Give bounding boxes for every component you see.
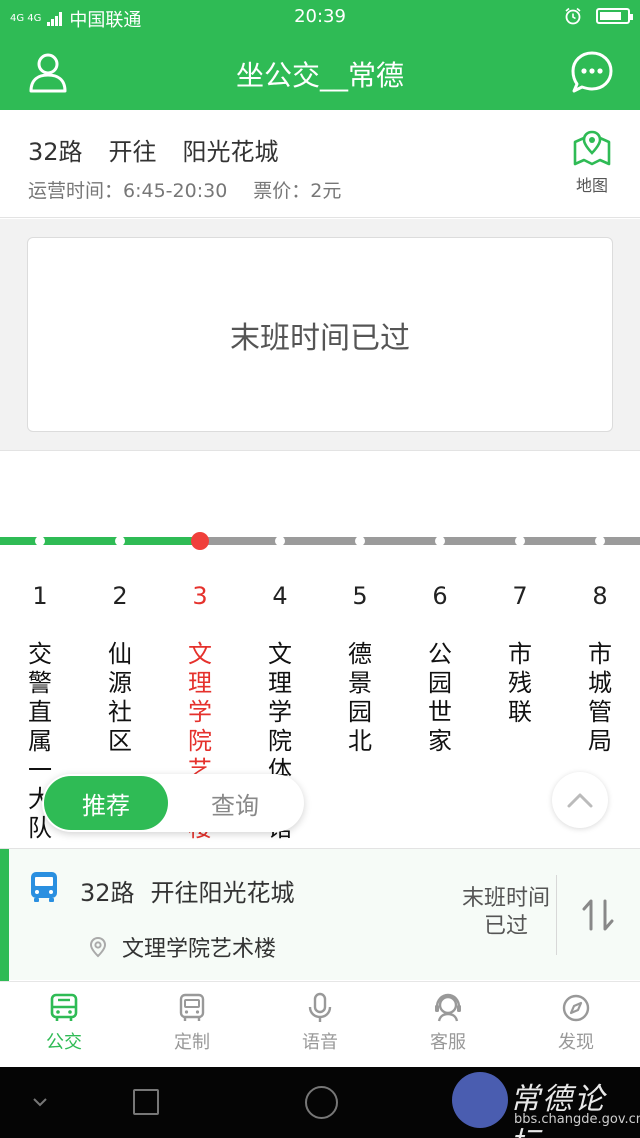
fare: 票价：2元 bbox=[253, 180, 342, 202]
tab-voice[interactable]: 语音 bbox=[256, 982, 384, 1067]
alarm-icon bbox=[565, 7, 581, 25]
tab-label: 发现 bbox=[558, 1032, 594, 1053]
route-card-accent bbox=[0, 849, 9, 981]
recommend-tab[interactable]: 推荐 bbox=[44, 776, 168, 830]
stop-marker bbox=[35, 536, 45, 546]
status-time: 20:39 bbox=[294, 6, 346, 27]
chevron-up-icon bbox=[567, 793, 593, 808]
route-direction-label: 开往 bbox=[108, 138, 157, 166]
stop-number: 1 bbox=[32, 582, 48, 610]
route-card[interactable]: 32路 开往阳光花城 文理学院艺术楼 末班时间已过 bbox=[0, 848, 640, 981]
map-button[interactable]: 地图 bbox=[572, 130, 612, 196]
status-right bbox=[564, 7, 633, 25]
mode-toggle: 推荐 查询 bbox=[42, 774, 304, 832]
bottom-tab-bar: 公交 定制 语音 客服 发现 bbox=[0, 981, 640, 1067]
tab-label: 公交 bbox=[46, 1032, 82, 1053]
route-meta: 运营时间：6:45-20:30 票价：2元 bbox=[28, 176, 341, 203]
arrival-area: 末班时间已过 bbox=[0, 219, 640, 451]
stop-marker bbox=[115, 536, 125, 546]
tab-discover[interactable]: 发现 bbox=[512, 982, 640, 1067]
tab-label: 客服 bbox=[430, 1032, 466, 1053]
stop-number: 5 bbox=[352, 582, 368, 610]
route-card-stop: 文理学院艺术楼 bbox=[122, 937, 277, 962]
passed-track bbox=[0, 537, 200, 545]
current-stop-marker bbox=[191, 532, 209, 550]
route-card-route: 32路 bbox=[80, 879, 135, 907]
route-card-heading: 开往阳光花城 bbox=[150, 879, 295, 907]
stop-number: 8 bbox=[592, 582, 608, 610]
route-card-status: 末班时间已过 bbox=[462, 886, 551, 939]
compass-icon bbox=[562, 994, 590, 1022]
stop-number: 2 bbox=[112, 582, 128, 610]
route-name: 32路 bbox=[28, 138, 83, 166]
map-icon bbox=[573, 130, 611, 166]
custom-bus-icon bbox=[179, 993, 205, 1021]
stop-number: 4 bbox=[272, 582, 288, 610]
message-button[interactable] bbox=[570, 50, 614, 94]
tab-service[interactable]: 客服 bbox=[384, 982, 512, 1067]
query-tab[interactable]: 查询 bbox=[168, 776, 302, 830]
stop-line-track bbox=[0, 532, 640, 550]
tab-label: 定制 bbox=[174, 1032, 210, 1053]
microphone-icon bbox=[308, 992, 332, 1022]
stop-number: 7 bbox=[512, 582, 528, 610]
stop-marker bbox=[515, 536, 525, 546]
message-icon bbox=[571, 51, 613, 93]
route-summary: 32路 开往 阳光花城 bbox=[28, 132, 279, 167]
route-card-title: 32路 开往阳光花城 bbox=[80, 873, 295, 908]
bus-icon bbox=[31, 872, 57, 902]
tab-custom[interactable]: 定制 bbox=[128, 982, 256, 1067]
operating-hours: 运营时间：6:45-20:30 bbox=[28, 180, 228, 202]
swap-direction-button[interactable] bbox=[578, 895, 618, 935]
route-card-stop-row: 文理学院艺术楼 bbox=[88, 931, 276, 963]
back-chevron-icon[interactable] bbox=[30, 1095, 50, 1109]
route-info-panel: 32路 开往 阳光花城 运营时间：6:45-20:30 票价：2元 地图 bbox=[0, 110, 640, 218]
tab-label: 语音 bbox=[302, 1032, 338, 1053]
status-bar: 4G 4G 中国联通 20:39 bbox=[0, 0, 640, 36]
page-title: 坐公交__常德 bbox=[235, 59, 404, 92]
swap-direction-icon bbox=[582, 899, 614, 931]
stop-number: 3 bbox=[192, 582, 208, 610]
route-card-divider bbox=[556, 875, 557, 955]
watermark-title: 常德论坛 bbox=[510, 1082, 606, 1138]
home-button[interactable] bbox=[305, 1086, 338, 1119]
expand-up-button[interactable] bbox=[552, 772, 608, 828]
stop-marker bbox=[355, 536, 365, 546]
stop-marker bbox=[275, 536, 285, 546]
last-bus-notice: 末班时间已过 bbox=[27, 237, 613, 432]
bus-icon bbox=[50, 993, 78, 1021]
map-label: 地图 bbox=[575, 176, 608, 195]
watermark-url: bbs.changde.gov.cn bbox=[514, 1112, 640, 1127]
tab-bus[interactable]: 公交 bbox=[0, 982, 128, 1067]
route-destination: 阳光花城 bbox=[182, 138, 279, 166]
stop-marker bbox=[435, 536, 445, 546]
recent-apps-button[interactable] bbox=[133, 1089, 159, 1115]
forum-logo bbox=[452, 1072, 508, 1128]
battery-icon bbox=[596, 8, 633, 24]
forum-watermark: 常德论坛 bbs.changde.gov.cn bbox=[452, 1070, 640, 1138]
stop-number: 6 bbox=[432, 582, 448, 610]
upcoming-track bbox=[200, 537, 640, 545]
app-header: 4G 4G 中国联通 20:39 坐公交__常德 bbox=[0, 0, 640, 110]
headset-icon bbox=[435, 993, 461, 1022]
stop-marker bbox=[595, 536, 605, 546]
location-pin-icon bbox=[89, 936, 107, 958]
